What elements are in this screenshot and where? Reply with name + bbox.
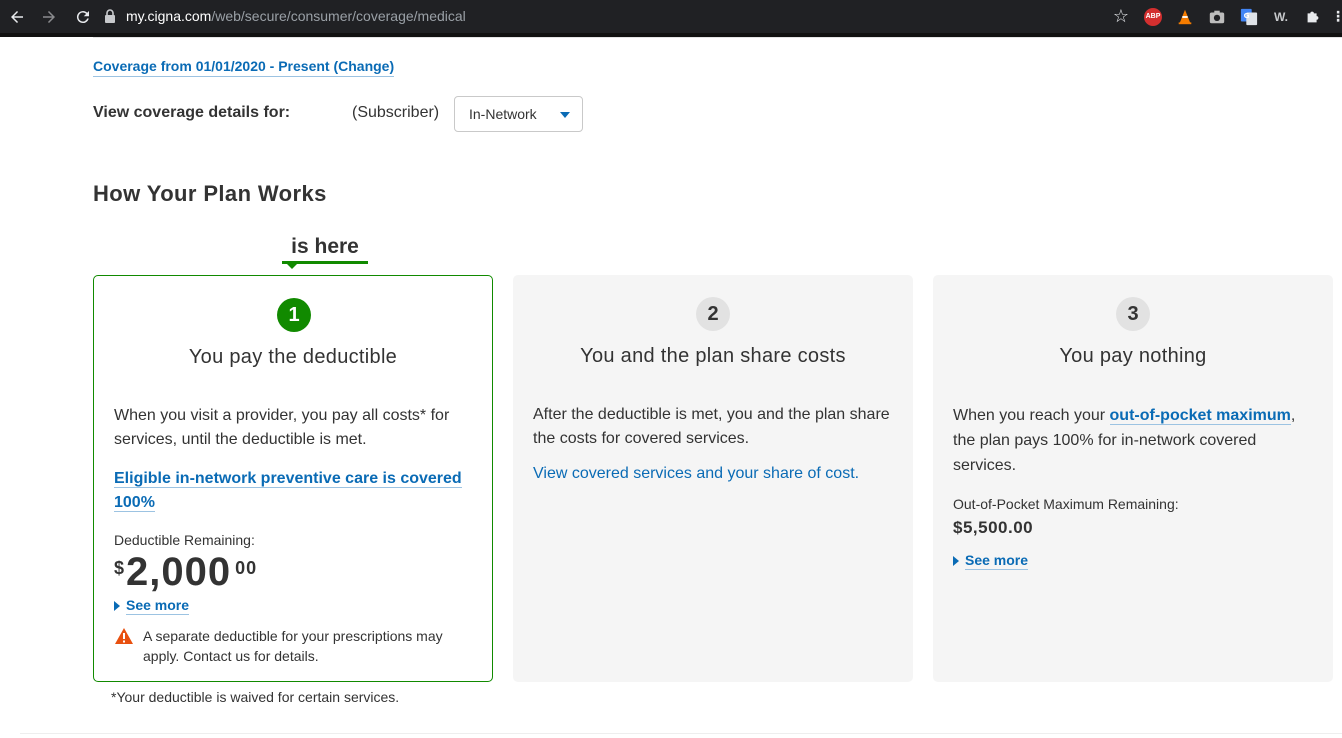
camera-icon[interactable] <box>1206 6 1228 28</box>
deductible-remaining-label: Deductible Remaining: <box>114 532 255 548</box>
step-card-share-costs: 2 You and the plan share costs After the… <box>513 275 913 682</box>
deductible-remaining-amount: $ 2,000 00 <box>114 550 257 594</box>
member-name: (Subscriber) <box>352 104 440 121</box>
currency-symbol: $ <box>114 558 125 578</box>
amount-cents: 00 <box>235 558 258 578</box>
url-host: my.cigna.com <box>126 8 212 24</box>
w-extension-icon[interactable]: W. <box>1270 6 1292 28</box>
card-title: You and the plan share costs <box>580 345 846 367</box>
warning-text: A separate deductible for your prescript… <box>143 628 443 664</box>
warning-icon <box>115 628 133 644</box>
view-coverage-label: View coverage details for: <box>93 104 291 121</box>
deductible-footnote: *Your deductible is waived for certain s… <box>111 689 400 705</box>
divider <box>20 733 1342 734</box>
section-title: How Your Plan Works <box>93 181 327 206</box>
url-path: /web/secure/consumer/coverage/medical <box>211 8 466 24</box>
address-bar[interactable]: my.cigna.com/web/secure/consumer/coverag… <box>104 4 466 28</box>
see-more-button[interactable]: See more <box>114 597 190 615</box>
more-menu-icon[interactable]: ⋮ <box>1331 6 1342 28</box>
see-more-label: See more <box>965 552 1029 570</box>
step-number-badge: 3 <box>1116 297 1150 331</box>
svg-text:G: G <box>1244 10 1250 19</box>
preventive-care-link-text[interactable]: Eligible in-network preventive care is c… <box>114 470 462 512</box>
caret-down-icon <box>560 112 570 118</box>
divider <box>93 37 1342 38</box>
reload-icon[interactable] <box>72 6 94 28</box>
card-description: When you visit a provider, you pay all c… <box>114 407 450 448</box>
vlc-cone-icon[interactable] <box>1174 6 1196 28</box>
description-text: When you reach your <box>953 407 1110 424</box>
preventive-care-link[interactable]: Eligible in-network preventive care is c… <box>114 467 464 515</box>
step-card-deductible: 1 You pay the deductible When you visit … <box>93 275 493 682</box>
card-description: After the deductible is met, you and the… <box>533 406 890 447</box>
browser-toolbar: my.cigna.com/web/secure/consumer/coverag… <box>0 0 1342 33</box>
amount-whole: 2,000 <box>126 550 232 594</box>
adblock-icon[interactable]: ABP <box>1142 6 1164 28</box>
step-card-pay-nothing: 3 You pay nothing When you reach your ou… <box>933 275 1333 682</box>
see-more-label: See more <box>126 597 190 615</box>
prescription-warning: A separate deductible for your prescript… <box>114 626 474 666</box>
forward-arrow-icon[interactable] <box>38 6 60 28</box>
covered-services-link[interactable]: View covered services and your share of … <box>533 462 885 486</box>
translate-icon[interactable]: G <box>1238 6 1260 28</box>
card-title: You pay nothing <box>1059 345 1207 367</box>
lock-icon <box>105 9 115 23</box>
step-number-badge: 1 <box>277 298 311 332</box>
see-more-button[interactable]: See more <box>953 552 1029 570</box>
network-select[interactable]: In-Network <box>454 96 583 132</box>
caret-right-icon <box>114 601 120 611</box>
extension-icons: ☆ ABP G W. ⋮ <box>1110 0 1342 33</box>
puzzle-extensions-icon[interactable] <box>1302 6 1324 28</box>
indicator-pointer-icon <box>286 263 298 269</box>
covered-services-link-text[interactable]: View covered services and your share of … <box>533 465 859 482</box>
step-number-badge: 2 <box>696 297 730 331</box>
card-title: You pay the deductible <box>188 346 398 368</box>
oop-remaining-amount: $5,500.00 <box>953 518 1034 537</box>
out-of-pocket-maximum-link[interactable]: out-of-pocket maximum <box>1109 407 1291 425</box>
network-select-value: In-Network <box>469 106 537 122</box>
back-arrow-icon[interactable] <box>6 6 28 28</box>
bookmark-star-icon[interactable]: ☆ <box>1110 6 1132 28</box>
coverage-period-link[interactable]: Coverage from 01/01/2020 - Present (Chan… <box>93 58 395 77</box>
caret-right-icon <box>953 556 959 566</box>
oop-remaining-label: Out-of-Pocket Maximum Remaining: <box>953 496 1179 512</box>
card-description: When you reach your out-of-pocket maximu… <box>953 403 1315 478</box>
current-step-indicator: is here <box>291 235 359 258</box>
